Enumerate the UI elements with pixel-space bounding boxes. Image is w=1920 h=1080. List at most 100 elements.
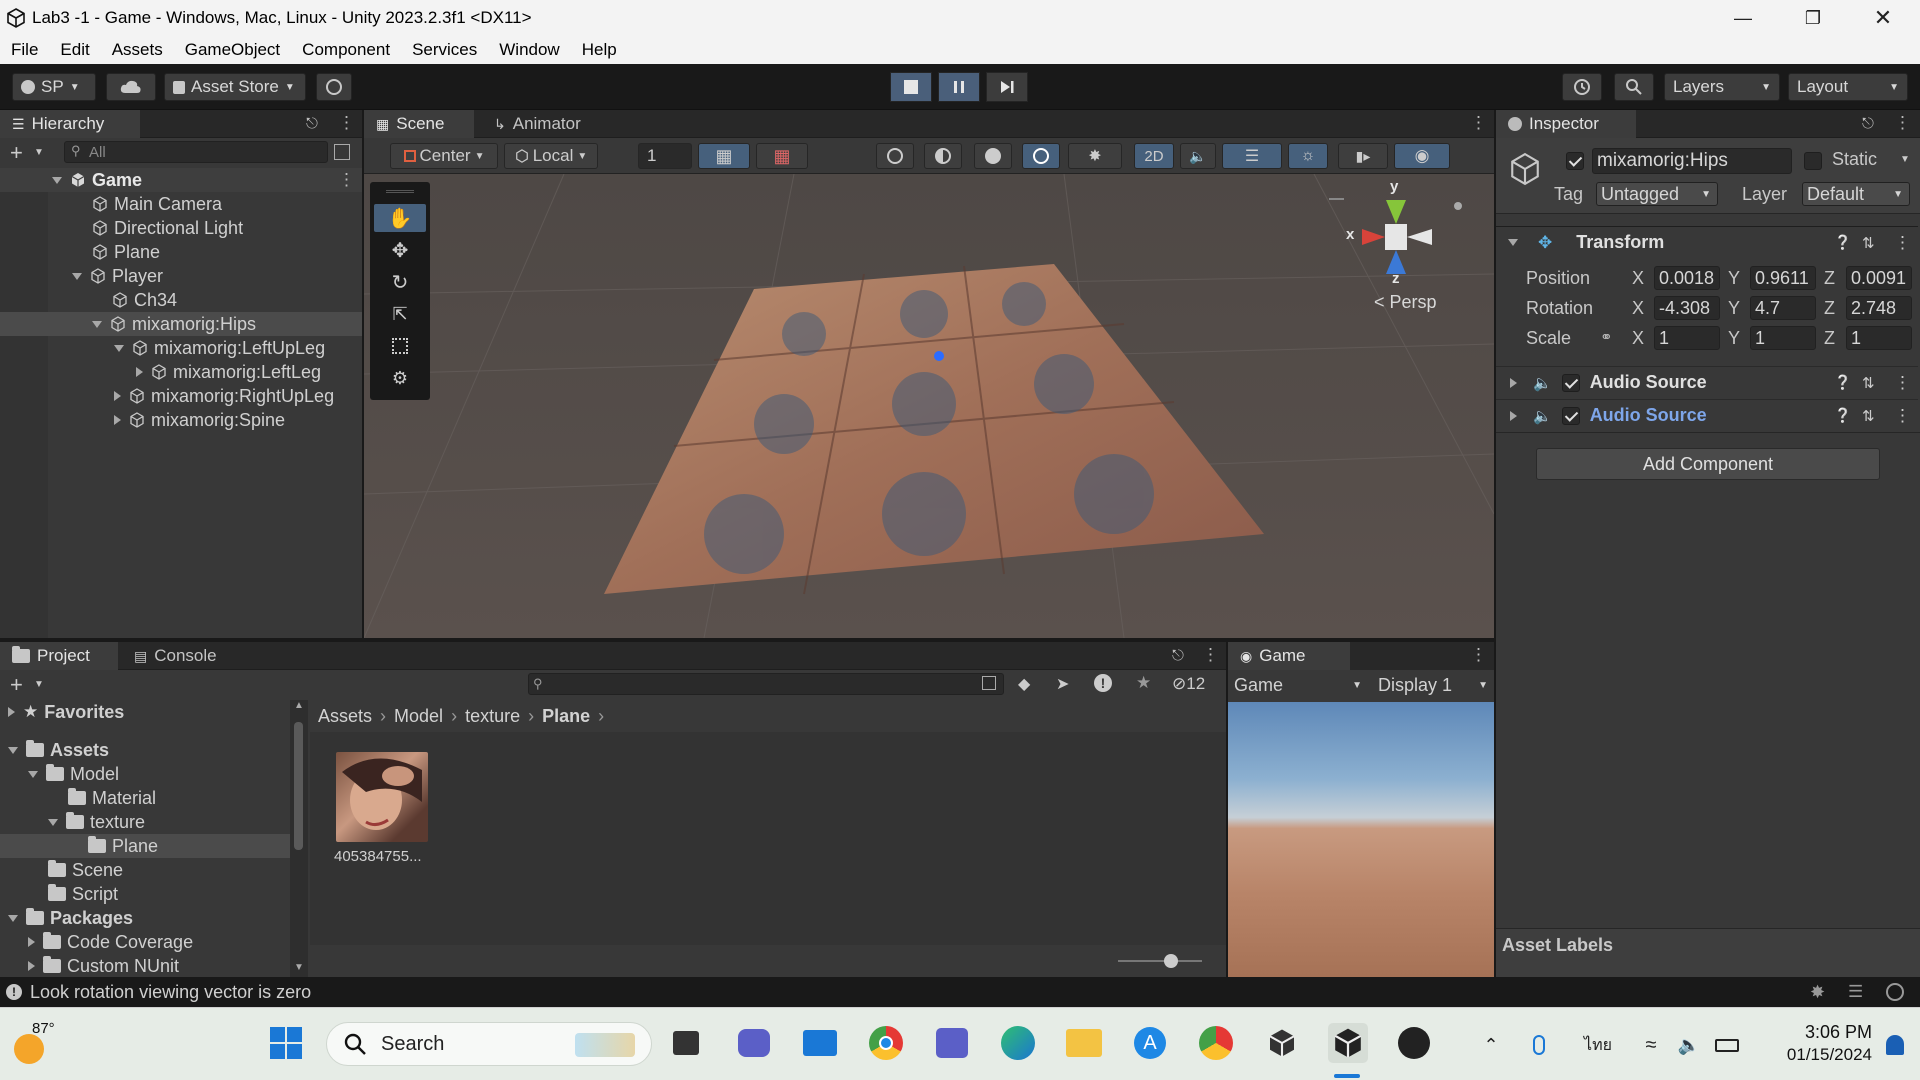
- tree-item[interactable]: Assets: [0, 738, 290, 762]
- snap-toggle[interactable]: ▦: [756, 143, 808, 169]
- chevron-down-icon[interactable]: ▼: [34, 679, 44, 690]
- rotate-tool-button[interactable]: ↻: [374, 268, 426, 296]
- check-circle-icon[interactable]: [1886, 983, 1904, 1001]
- space-dropdown[interactable]: Local ▼: [504, 143, 598, 169]
- hand-tool-button[interactable]: ✋: [374, 204, 426, 232]
- zoom-slider-thumb[interactable]: [1164, 954, 1178, 968]
- minimize-button[interactable]: —: [1708, 0, 1778, 36]
- help-icon[interactable]: ❔: [1834, 234, 1851, 251]
- tree-scrollbar[interactable]: ▲ ▼: [290, 700, 308, 977]
- breadcrumb-item[interactable]: Assets: [318, 706, 372, 727]
- tab-scene[interactable]: ▦ Scene: [364, 110, 474, 138]
- preset-icon[interactable]: ⇅: [1862, 234, 1875, 252]
- collapsed-arrow-icon[interactable]: [28, 961, 35, 971]
- mail-button[interactable]: [800, 1023, 840, 1063]
- menu-services[interactable]: Services: [401, 40, 488, 60]
- breadcrumb-current[interactable]: Plane: [542, 706, 590, 727]
- tree-item[interactable]: Model: [0, 762, 290, 786]
- scrollbar-thumb[interactable]: [294, 722, 303, 850]
- hierarchy-item[interactable]: Plane: [0, 240, 362, 264]
- hierarchy-item[interactable]: mixamorig:LeftUpLeg: [0, 336, 362, 360]
- tree-item[interactable]: Custom NUnit: [0, 954, 290, 977]
- collapsed-arrow-icon[interactable]: [114, 415, 121, 425]
- grid-toggle[interactable]: ▦: [698, 143, 750, 169]
- rotation-x-input[interactable]: -4.308: [1654, 296, 1720, 320]
- task-view-button[interactable]: [666, 1023, 706, 1063]
- star-icon[interactable]: ★: [1136, 673, 1151, 693]
- lock-icon[interactable]: ⎋: [1862, 115, 1874, 132]
- tree-item[interactable]: Code Coverage: [0, 930, 290, 954]
- tab-console[interactable]: ▤ Console: [122, 642, 240, 670]
- tree-item-selected[interactable]: Plane: [0, 834, 290, 858]
- expand-arrow-icon[interactable]: [8, 746, 18, 754]
- language-button[interactable]: ไทย: [1580, 1032, 1616, 1058]
- kebab-menu-icon[interactable]: ⋮: [1894, 113, 1911, 133]
- preset-icon[interactable]: ⇅: [1862, 407, 1875, 425]
- position-x-input[interactable]: 0.0018: [1654, 266, 1720, 290]
- microphone-button[interactable]: [1526, 1032, 1552, 1058]
- volume-button[interactable]: 🔈: [1676, 1032, 1702, 1058]
- scale-y-input[interactable]: 1: [1750, 326, 1816, 350]
- filter-label-icon[interactable]: ➤: [1056, 674, 1069, 694]
- step-button[interactable]: [986, 72, 1028, 102]
- mode-2d-toggle[interactable]: 2D: [1134, 143, 1174, 169]
- scroll-up-icon[interactable]: ▲: [294, 700, 304, 711]
- hierarchy-item[interactable]: Main Camera: [0, 192, 362, 216]
- component-enabled-checkbox[interactable]: [1561, 373, 1580, 392]
- collapsed-arrow-icon[interactable]: [114, 391, 121, 401]
- scale-tool-button[interactable]: ⇱: [374, 300, 426, 328]
- tree-item[interactable]: Material: [0, 786, 290, 810]
- clock[interactable]: 3:06 PM 01/15/2024: [1756, 1022, 1872, 1068]
- github-button[interactable]: [1394, 1023, 1434, 1063]
- kebab-menu-icon[interactable]: ⋮: [1470, 113, 1487, 133]
- position-y-input[interactable]: 0.9611: [1750, 266, 1816, 290]
- start-button[interactable]: [266, 1023, 306, 1063]
- hierarchy-search-input[interactable]: ⚲ All: [64, 141, 328, 163]
- hierarchy-item[interactable]: Player: [0, 264, 362, 288]
- audio-toggle[interactable]: 🔈: [1180, 143, 1216, 169]
- layout-dropdown[interactable]: Layout ▼: [1788, 73, 1908, 101]
- zoom-slider-track[interactable]: [1118, 960, 1202, 962]
- menu-file[interactable]: File: [0, 40, 49, 60]
- tree-item[interactable]: texture: [0, 810, 290, 834]
- restore-button[interactable]: ❐: [1778, 0, 1848, 36]
- help-icon[interactable]: ❔: [1834, 407, 1851, 424]
- stop-button[interactable]: [890, 72, 932, 102]
- position-z-input[interactable]: 0.0091: [1846, 266, 1912, 290]
- link-icon[interactable]: ⚭: [1600, 328, 1613, 346]
- asset-store-button[interactable]: Asset Store ▼: [164, 73, 306, 101]
- gizmos-dropdown[interactable]: ◉: [1394, 143, 1450, 169]
- tab-project[interactable]: Project: [0, 642, 118, 670]
- kebab-menu-icon[interactable]: ⋮: [1202, 645, 1219, 665]
- shading-wireframe-button[interactable]: [876, 143, 914, 169]
- expand-arrow-icon[interactable]: [52, 176, 62, 184]
- kebab-menu-icon[interactable]: ⋮: [1470, 645, 1487, 665]
- expand-arrow-icon[interactable]: [92, 320, 102, 328]
- hierarchy-item[interactable]: mixamorig:LeftLeg: [0, 360, 362, 384]
- app-store-button[interactable]: A: [1130, 1023, 1170, 1063]
- hierarchy-item[interactable]: mixamorig:Spine: [0, 408, 362, 432]
- breadcrumb-item[interactable]: Model: [394, 706, 443, 727]
- hidden-count[interactable]: ⊘12: [1172, 674, 1205, 694]
- expand-arrow-icon[interactable]: [1508, 239, 1518, 246]
- lock-icon[interactable]: ⎋: [1172, 647, 1184, 664]
- teams-chat-button[interactable]: [734, 1023, 774, 1063]
- collab-button[interactable]: [316, 73, 352, 101]
- chrome-profile-button[interactable]: [1196, 1023, 1236, 1063]
- tray-overflow-button[interactable]: ⌃: [1478, 1032, 1504, 1058]
- status-message[interactable]: Look rotation viewing vector is zero: [30, 982, 311, 1003]
- tab-animator[interactable]: ↳ Animator: [482, 110, 602, 138]
- menu-edit[interactable]: Edit: [49, 40, 100, 60]
- history-button[interactable]: [1562, 73, 1602, 101]
- pause-button[interactable]: [938, 72, 980, 102]
- collapsed-arrow-icon[interactable]: [28, 937, 35, 947]
- debug-off-icon[interactable]: ✸: [1810, 982, 1825, 1003]
- expand-arrow-icon[interactable]: [114, 344, 124, 352]
- unity-hub-button[interactable]: [1262, 1023, 1302, 1063]
- asset-thumbnail[interactable]: [336, 752, 428, 842]
- grid-size-input[interactable]: 1: [638, 143, 692, 169]
- game-view-dropdown[interactable]: Game ▼: [1234, 675, 1362, 696]
- chevron-down-icon[interactable]: ▼: [1900, 154, 1910, 165]
- preset-icon[interactable]: ⇅: [1862, 374, 1875, 392]
- file-explorer-button[interactable]: [1064, 1023, 1104, 1063]
